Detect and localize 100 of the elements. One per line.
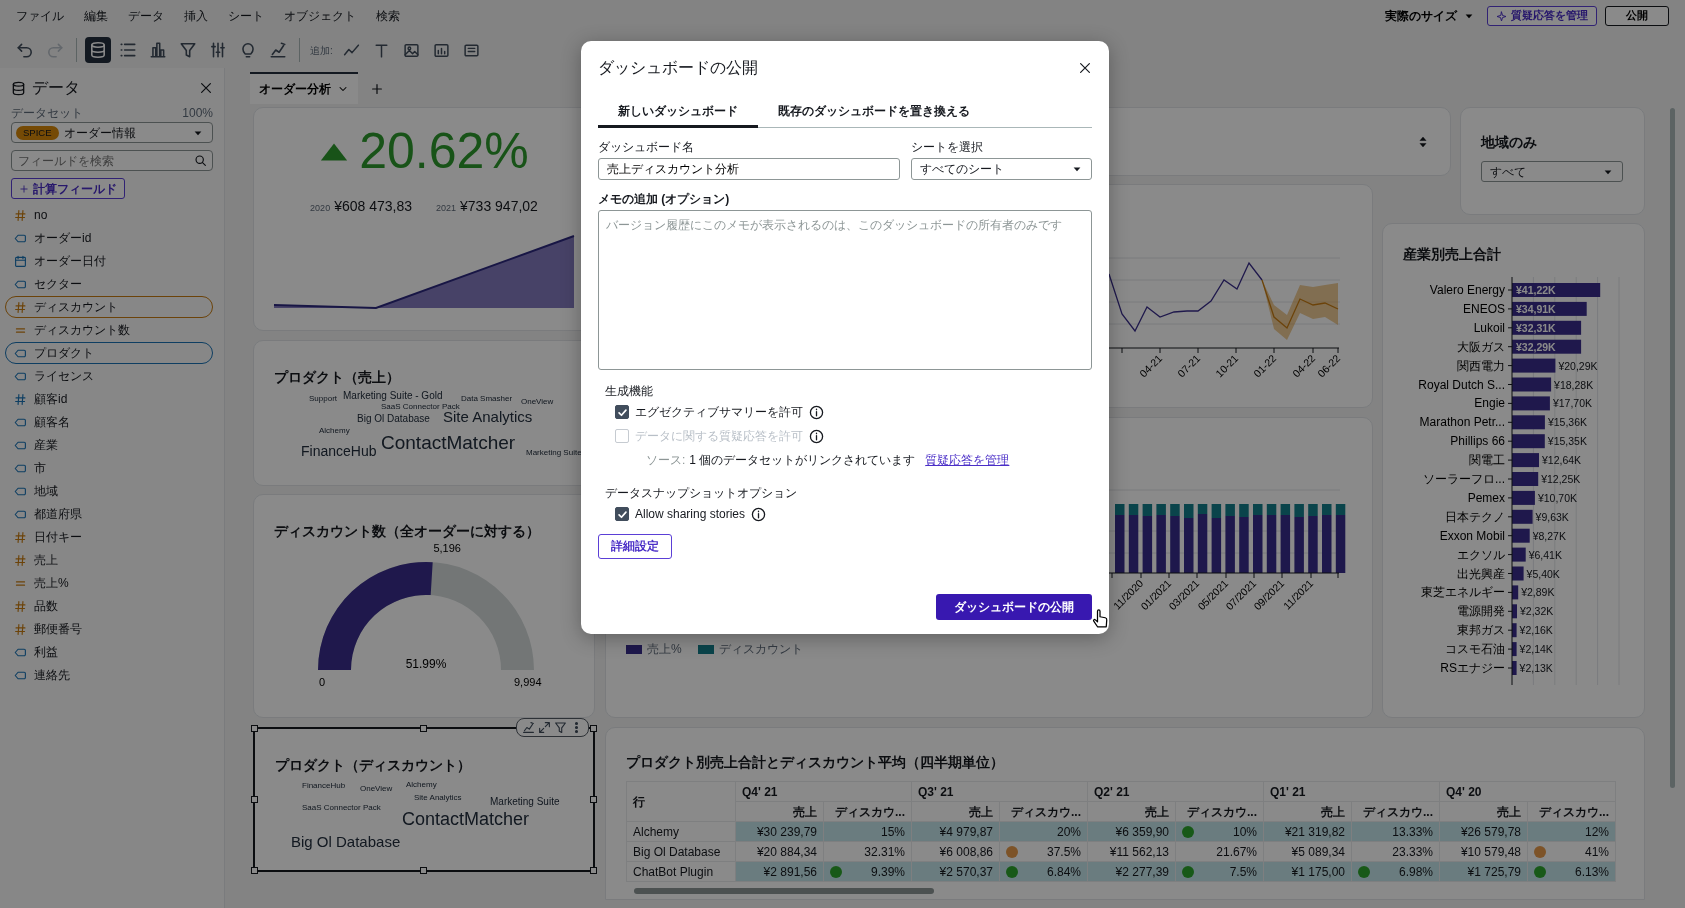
tab[interactable]: 既存のダッシュボードを置き換える <box>758 98 990 128</box>
value-label: ¥5,40K <box>1526 567 1560 580</box>
manage-qa-button[interactable]: 質疑応答を管理 <box>1487 6 1597 26</box>
category-label: 東邦ガス <box>1457 623 1505 638</box>
resize-handle[interactable] <box>590 867 597 874</box>
menu-item[interactable]: データ <box>128 7 164 25</box>
resize-handle[interactable] <box>251 725 258 732</box>
field-item[interactable]: 都道府県 <box>5 503 213 525</box>
section-label: データスナップショットオプション <box>604 485 798 502</box>
resize-handle[interactable] <box>590 795 597 803</box>
stacked-bar <box>1184 504 1194 573</box>
menu-item[interactable]: シート <box>228 7 264 25</box>
bar <box>1512 566 1524 581</box>
stacked-bar <box>1197 504 1208 573</box>
field-item[interactable]: no <box>5 204 213 226</box>
menu-item[interactable]: 検索 <box>376 7 400 25</box>
field-item[interactable]: ディスカウント数 <box>5 319 213 341</box>
field-item[interactable]: 郵便番号 <box>5 618 213 640</box>
field-item[interactable]: オーダー日付 <box>5 250 213 272</box>
category-label: 東芝エネルギー <box>1421 585 1505 600</box>
sliders-icon <box>209 41 227 59</box>
bar <box>1512 472 1539 486</box>
field-item[interactable]: 利益 <box>5 641 213 663</box>
resize-handle[interactable] <box>420 867 427 874</box>
sheet-dropdown[interactable]: すべてのシート <box>911 158 1092 180</box>
field-item[interactable]: 顧客名 <box>5 411 213 433</box>
field-item[interactable]: 売上% <box>5 572 213 594</box>
filter-title: 地域のみ <box>1481 133 1538 152</box>
menu-item[interactable]: オブジェクト <box>284 7 356 25</box>
manage-qa-link[interactable]: 質疑応答を管理 <box>925 451 1010 469</box>
info-icon[interactable] <box>751 506 767 522</box>
cloud-word: Big Ol Database <box>291 833 401 849</box>
close-icon[interactable] <box>1078 61 1092 75</box>
advanced-settings-button[interactable]: 詳細設定 <box>598 534 672 560</box>
dataset-dropdown[interactable]: SPICE オーダー情報 <box>11 122 213 143</box>
cell-text: 7.5% <box>1229 863 1257 881</box>
bar <box>1512 604 1517 619</box>
resize-handle[interactable] <box>251 867 258 874</box>
scrollbar[interactable] <box>1670 108 1675 788</box>
stacked-bar <box>1225 504 1235 573</box>
expand-icon[interactable] <box>538 721 551 734</box>
field-item[interactable]: 市 <box>5 457 213 479</box>
engine-tag: SPICE <box>16 125 59 140</box>
search-field[interactable]: フィールドを検索 <box>11 150 213 171</box>
menu-item[interactable]: ファイル <box>16 7 64 25</box>
tab[interactable]: 新しいダッシュボード <box>598 98 758 128</box>
cell-text: 6.98% <box>1398 863 1433 881</box>
scrollbar[interactable] <box>634 888 934 894</box>
database-button[interactable] <box>85 37 111 63</box>
category-label: ENEOS <box>1463 301 1505 316</box>
bar <box>1512 661 1517 675</box>
cell-text: 9.39% <box>870 863 905 881</box>
field-item[interactable]: オーダーid <box>5 227 213 249</box>
plus-icon[interactable] <box>370 82 384 96</box>
menu-item[interactable]: 編集 <box>84 7 108 25</box>
bar <box>1512 320 1582 335</box>
field-item[interactable]: 売上 <box>5 549 213 571</box>
sheet-tab[interactable]: オーダー分析 <box>250 72 358 104</box>
cell-text: 37.5% <box>1046 843 1081 861</box>
field-item[interactable]: 日付キー <box>5 526 213 548</box>
resize-handle[interactable] <box>420 725 427 732</box>
hash-icon <box>14 622 27 636</box>
column-header: Q3' 21 <box>911 781 1088 802</box>
field-item[interactable]: セクター <box>5 273 213 295</box>
checkbox[interactable] <box>615 507 629 521</box>
checkbox[interactable] <box>615 405 629 419</box>
value-label: ¥34,91K <box>1516 302 1556 315</box>
field-item[interactable]: 品数 <box>5 595 213 617</box>
table-cell: 21.67% <box>1175 841 1264 862</box>
chart-icon[interactable] <box>522 721 535 734</box>
section-label: 生成機能 <box>604 383 654 400</box>
field-item[interactable]: 連絡先 <box>5 664 213 686</box>
value-label: ¥32,31K <box>1516 321 1556 334</box>
field-item[interactable]: 産業 <box>5 434 213 456</box>
kpi-amount: ¥733 947,02 <box>460 198 538 214</box>
field-item[interactable]: 地域 <box>5 480 213 502</box>
region-dropdown[interactable]: すべて <box>1481 161 1623 182</box>
stacked-bar <box>1128 504 1139 573</box>
resize-handle[interactable] <box>590 725 597 732</box>
table-cell: 32.31% <box>823 841 912 862</box>
bar <box>1512 415 1545 430</box>
publish-button[interactable]: 公開 <box>1605 6 1669 26</box>
filter-icon[interactable] <box>554 721 567 734</box>
add-field-button[interactable]: 計算フィールド <box>11 178 125 199</box>
resize-handle[interactable] <box>251 795 258 803</box>
info-icon[interactable] <box>809 404 824 420</box>
column-header: Q4' 20 <box>1439 781 1616 802</box>
field-item[interactable]: ライセンス <box>5 365 213 387</box>
chart-image-icon <box>433 41 451 59</box>
info-icon[interactable] <box>809 428 824 444</box>
list-icon <box>119 41 137 59</box>
publish-dashboard-button[interactable]: ダッシュボードの公開 <box>936 594 1092 620</box>
zoom-dropdown[interactable]: 実際のサイズ <box>1381 7 1479 25</box>
memo-field[interactable]: バージョン履歴にこのメモが表示されるのは、このダッシュボードの所有者のみです <box>598 210 1092 370</box>
name-field[interactable]: 売上ディスカウント分析 <box>598 158 900 180</box>
category-label: ソーラーフロ... <box>1423 472 1505 486</box>
menu-item[interactable]: 挿入 <box>184 7 208 25</box>
legend-label: 売上% <box>647 641 682 658</box>
dataset-label: データセット <box>11 105 83 122</box>
field-item[interactable]: 顧客id <box>5 388 213 410</box>
